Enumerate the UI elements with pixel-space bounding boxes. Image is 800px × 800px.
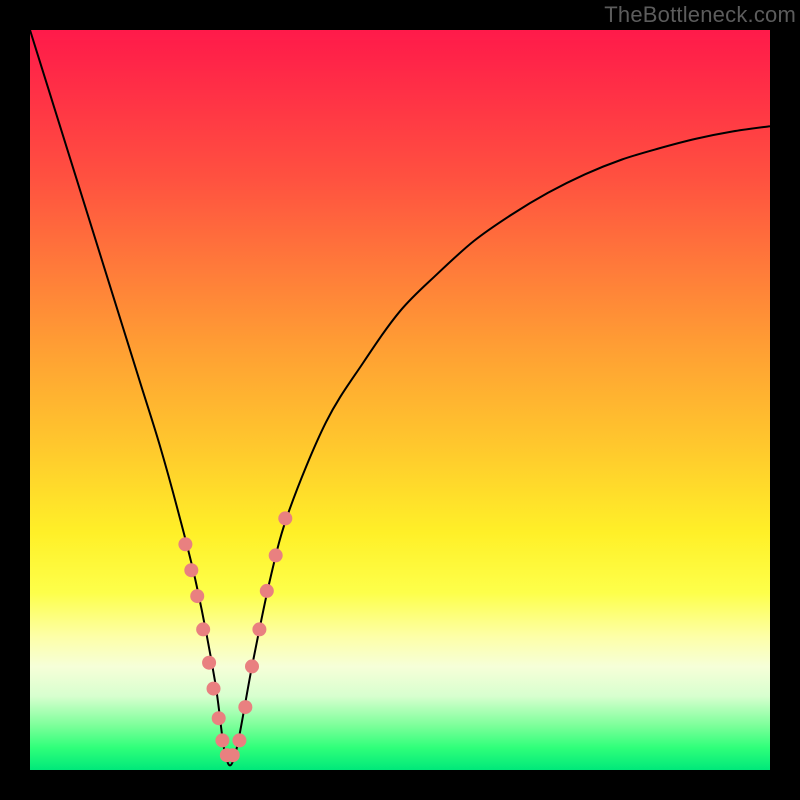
sample-point xyxy=(238,700,252,714)
sample-point xyxy=(226,748,240,762)
bottleneck-curve xyxy=(30,30,770,765)
watermark-text: TheBottleneck.com xyxy=(604,2,796,28)
sample-point xyxy=(232,733,246,747)
sample-markers xyxy=(178,511,292,762)
sample-point xyxy=(190,589,204,603)
sample-point xyxy=(278,511,292,525)
sample-point xyxy=(207,682,221,696)
sample-point xyxy=(212,711,226,725)
curve-layer xyxy=(30,30,770,770)
plot-area xyxy=(30,30,770,770)
sample-point xyxy=(196,622,210,636)
chart-frame: TheBottleneck.com xyxy=(0,0,800,800)
sample-point xyxy=(184,563,198,577)
sample-point xyxy=(269,548,283,562)
sample-point xyxy=(202,656,216,670)
sample-point xyxy=(178,537,192,551)
sample-point xyxy=(260,584,274,598)
sample-point xyxy=(215,733,229,747)
sample-point xyxy=(245,659,259,673)
sample-point xyxy=(252,622,266,636)
